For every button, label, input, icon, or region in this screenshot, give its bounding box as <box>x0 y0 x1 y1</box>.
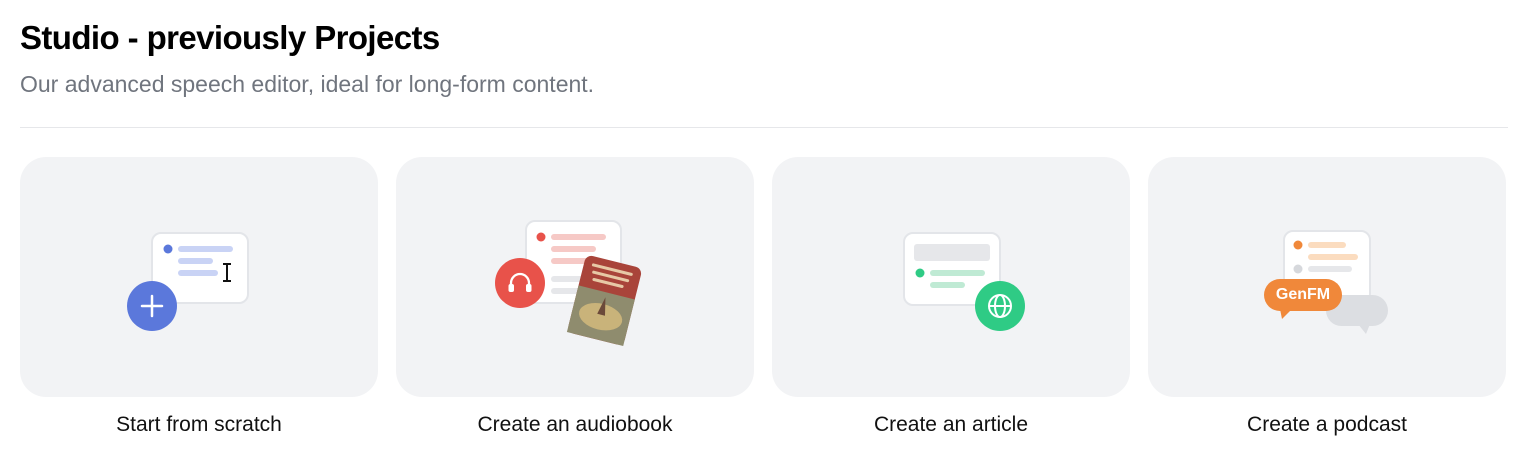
create-article-illustration[interactable] <box>772 157 1130 397</box>
page-subtitle: Our advanced speech editor, ideal for lo… <box>20 71 595 97</box>
start-from-scratch-illustration[interactable] <box>20 157 378 397</box>
create-podcast-label: Create a podcast <box>1247 413 1407 436</box>
plus-icon <box>127 281 177 331</box>
page-title: Studio - previously Projects <box>20 19 440 56</box>
globe-icon <box>975 281 1025 331</box>
create-audiobook-card[interactable]: Create an audiobook <box>396 157 754 447</box>
project-options: Start from scratch Create an audiobook C… <box>20 157 1508 447</box>
create-article-card[interactable]: Create an article <box>772 157 1130 447</box>
start-from-scratch-label: Start from scratch <box>116 413 282 436</box>
header-divider <box>20 127 1508 128</box>
headphones-icon <box>495 258 545 308</box>
create-audiobook-illustration[interactable] <box>396 157 754 397</box>
create-podcast-card[interactable]: GenFM Create a podcast <box>1148 157 1506 447</box>
studio-page: Studio - previously Projects Our advance… <box>0 0 1519 457</box>
create-podcast-illustration[interactable]: GenFM <box>1148 157 1506 397</box>
start-from-scratch-card[interactable]: Start from scratch <box>20 157 378 447</box>
genfm-badge-text: GenFM <box>1275 286 1331 303</box>
create-audiobook-label: Create an audiobook <box>477 413 673 436</box>
chat-bubble-icon <box>1264 279 1388 334</box>
create-article-label: Create an article <box>873 413 1029 436</box>
